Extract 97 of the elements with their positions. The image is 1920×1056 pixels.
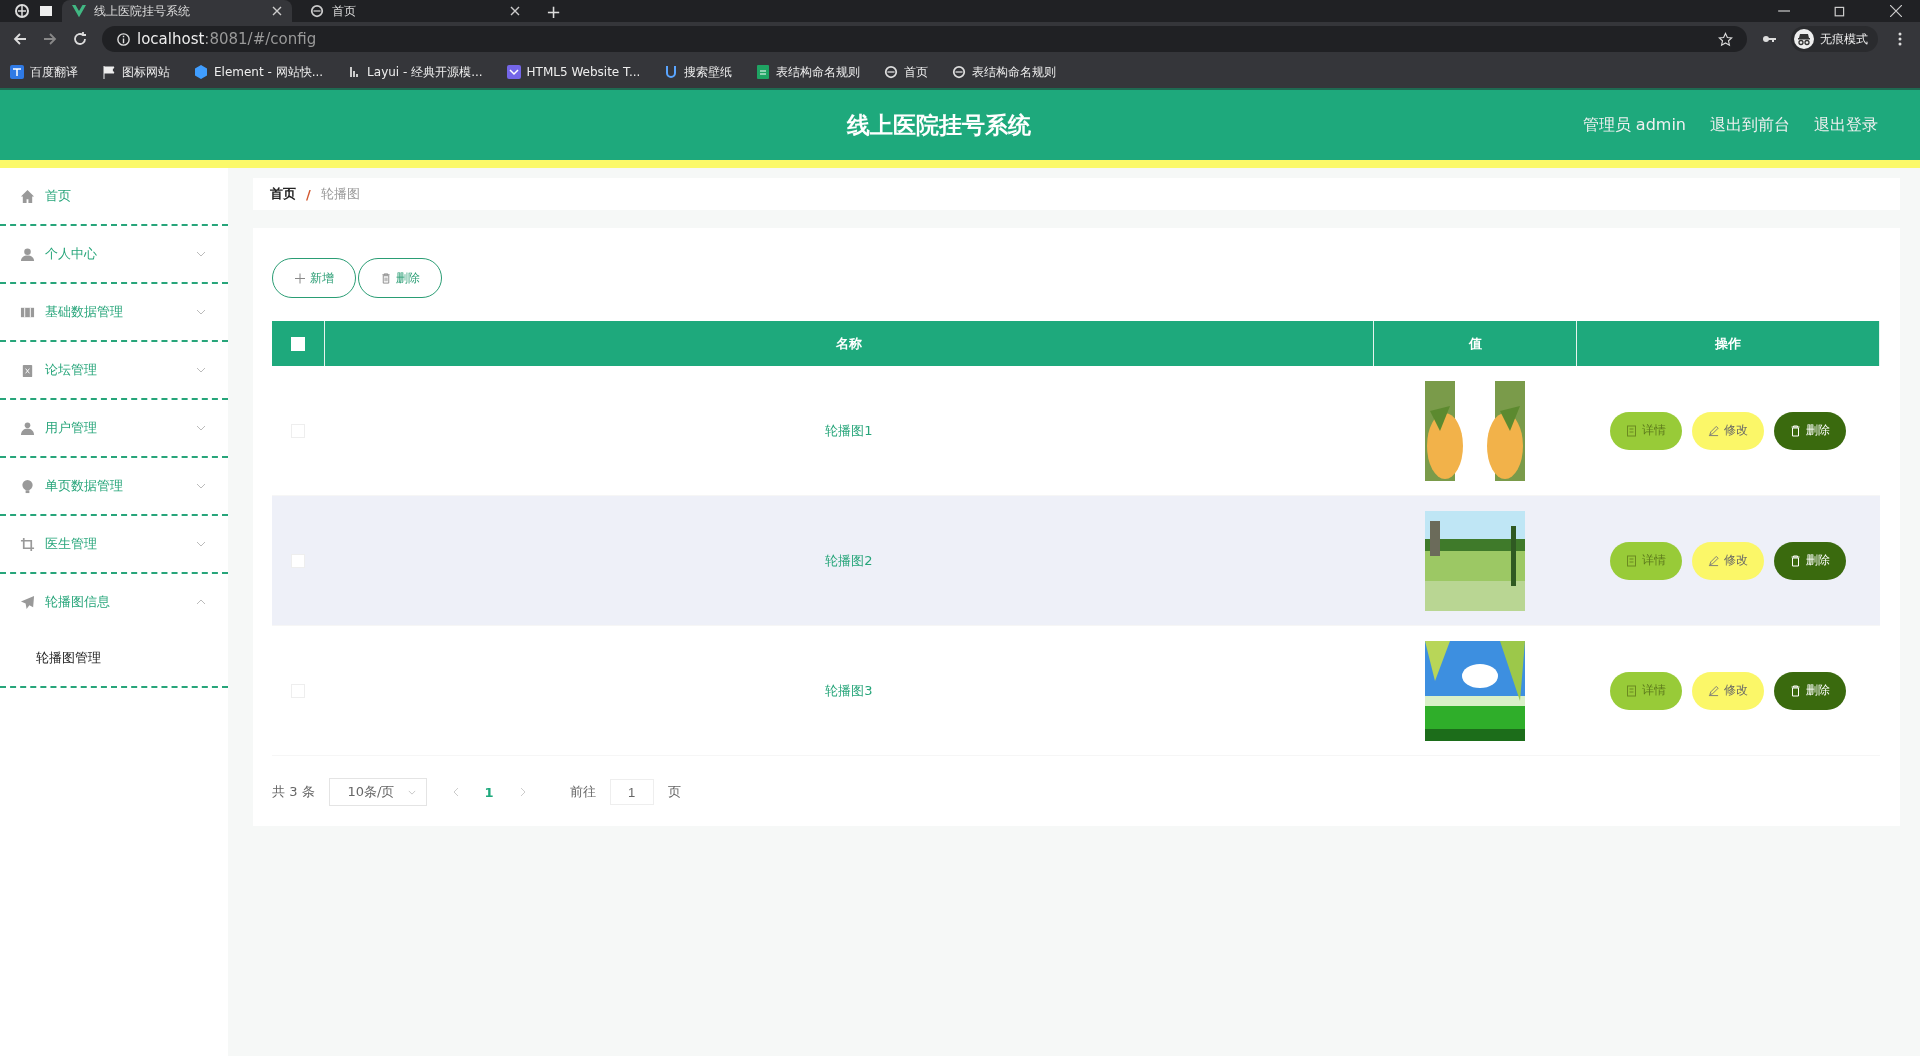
delete-button[interactable]: 删除: [1774, 411, 1846, 450]
bookmark[interactable]: 表结构命名规则: [756, 63, 861, 81]
sidebar-item[interactable]: 轮播图信息: [0, 574, 228, 630]
globe-icon: [310, 4, 324, 18]
breadcrumb-item[interactable]: 首页: [270, 185, 296, 203]
delete-button[interactable]: 删除: [358, 258, 442, 298]
table-cell: 轮播图2: [825, 552, 873, 568]
delete-button[interactable]: 删除: [1774, 671, 1846, 710]
sidebar-label: 轮播图信息: [45, 593, 111, 611]
edit-button[interactable]: 修改: [1692, 411, 1764, 450]
forward-icon[interactable]: [42, 31, 58, 47]
bulb-icon: [20, 478, 35, 494]
chevron-icon: [407, 789, 416, 795]
vue-logo-icon: [72, 4, 86, 18]
globe-icon: [952, 65, 967, 79]
breadcrumb-separator: /: [306, 186, 311, 202]
document-icon: [1626, 684, 1637, 697]
plus-icon: [294, 272, 305, 284]
sidebar-item[interactable]: 基础数据管理: [0, 284, 228, 340]
flag-icon: [102, 65, 116, 79]
delete-button[interactable]: 删除: [1774, 541, 1846, 580]
hexagon-icon: [194, 65, 208, 79]
sidebar-label: 医生管理: [45, 535, 98, 553]
bookmark[interactable]: 百度翻译: [10, 63, 78, 81]
u-icon: [664, 65, 679, 79]
sidebar-subitem[interactable]: 轮播图管理: [0, 630, 228, 686]
browser-tab[interactable]: 线上医院挂号系统: [62, 0, 292, 22]
sidebar-label: 首页: [45, 187, 72, 205]
bookmark[interactable]: 搜索壁纸: [664, 63, 733, 81]
address-field[interactable]: localhost:8081/#/config: [102, 26, 1747, 52]
close-icon[interactable]: [1890, 5, 1902, 17]
sidebar-item[interactable]: 个人中心: [0, 226, 228, 282]
edit-button[interactable]: 修改: [1692, 541, 1764, 580]
document-icon: [1626, 424, 1637, 437]
sidebar-label: 用户管理: [45, 419, 98, 437]
trash-icon: [1790, 684, 1801, 697]
back-icon[interactable]: [12, 31, 28, 47]
add-button[interactable]: 新增: [272, 258, 356, 298]
bookmark[interactable]: 首页: [884, 63, 929, 81]
star-icon[interactable]: [1718, 31, 1733, 47]
globe-icon: [884, 65, 899, 79]
restore-icon[interactable]: [1834, 5, 1846, 17]
bookmark-logo-icon: [506, 65, 521, 79]
trash-icon: [380, 272, 391, 284]
sidebar-item[interactable]: 首页: [0, 168, 228, 224]
info-icon: [116, 31, 131, 47]
sidebar-item[interactable]: 论坛管理: [0, 342, 228, 398]
table-row[interactable]: 轮播图2 详情 修改 删除: [272, 495, 1880, 626]
bookmark[interactable]: Element - 网站快...: [194, 63, 324, 81]
browser-tab[interactable]: 首页: [300, 0, 530, 22]
new-tab-button[interactable]: +: [538, 0, 570, 22]
total-count: 共 3 条: [272, 783, 315, 801]
trash-icon: [1790, 554, 1801, 567]
home-icon: [20, 188, 35, 204]
page-label: 页: [667, 783, 681, 801]
sidebar-label: 基础数据管理: [45, 303, 124, 321]
bookmark[interactable]: 表结构命名规则: [952, 63, 1057, 81]
sheet-icon: [756, 65, 771, 79]
user-icon: [20, 420, 35, 436]
bookmark[interactable]: 图标网站: [102, 63, 170, 81]
close-icon[interactable]: [510, 6, 520, 16]
table-cell: 轮播图3: [825, 682, 873, 698]
checkbox[interactable]: [291, 337, 305, 352]
table-cell: 轮播图1: [825, 422, 873, 438]
app-title: 线上医院挂号系统: [847, 110, 1031, 140]
page-input[interactable]: 1: [609, 779, 654, 805]
sidebar-label: 个人中心: [45, 245, 98, 263]
trash-icon: [1790, 424, 1801, 437]
pencil-icon: [1708, 554, 1719, 567]
table-row[interactable]: 轮播图1 详情 修改 删除: [272, 366, 1880, 496]
sidebar-item[interactable]: 单页数据管理: [0, 458, 228, 514]
clipboard-icon: [20, 362, 35, 378]
user-icon: [20, 246, 35, 262]
column-header: 名称: [836, 335, 862, 351]
paper-plane-icon: [20, 594, 35, 610]
translate-icon: [10, 65, 24, 79]
column-header: 操作: [1715, 335, 1741, 351]
edit-button[interactable]: 修改: [1692, 671, 1764, 710]
goto-label: 前往: [569, 783, 596, 801]
crop-icon: [20, 536, 35, 552]
sidebar-item[interactable]: 医生管理: [0, 516, 228, 572]
bookmark[interactable]: HTML5 Website T...: [506, 65, 641, 79]
bookmark[interactable]: Layui - 经典开源模...: [347, 63, 483, 81]
table-row[interactable]: 轮播图3 详情 修改 删除: [272, 625, 1880, 756]
sidebar-item[interactable]: 用户管理: [0, 400, 228, 456]
incognito-icon: [1794, 29, 1814, 49]
globe-icon[interactable]: [14, 3, 30, 19]
reload-icon[interactable]: [72, 31, 88, 47]
page-size-select[interactable]: 10条/页: [328, 778, 427, 806]
sidebar-label: 论坛管理: [45, 361, 98, 379]
close-icon[interactable]: [272, 6, 282, 16]
profile-button[interactable]: 无痕模式: [1791, 26, 1878, 52]
pencil-icon: [1708, 424, 1719, 437]
column-header: 值: [1468, 335, 1482, 351]
pencil-icon: [1708, 684, 1719, 697]
document-icon: [1626, 554, 1637, 567]
sidebar-label: 单页数据管理: [45, 477, 124, 495]
